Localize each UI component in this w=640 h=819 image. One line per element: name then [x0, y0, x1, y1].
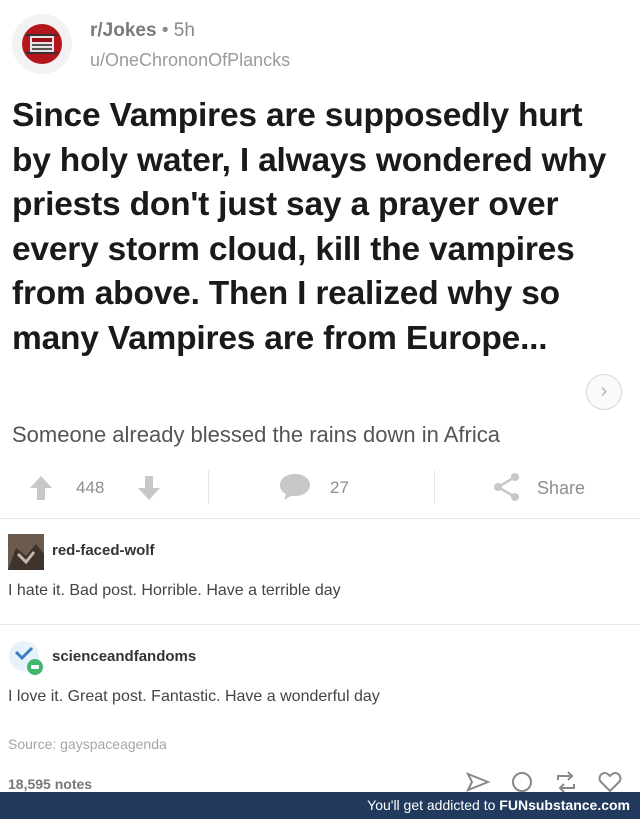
- subreddit-meta: r/Jokes • 5h: [90, 20, 195, 42]
- post-author[interactable]: u/OneChrononOfPlancks: [90, 50, 290, 71]
- upvote-icon[interactable]: [28, 474, 54, 502]
- share-label: Share: [537, 478, 586, 498]
- share-icon: [494, 473, 519, 501]
- wolf-avatar[interactable]: [8, 534, 44, 570]
- divider: [0, 518, 640, 519]
- reply-icon[interactable]: [510, 770, 534, 794]
- reply-author[interactable]: scienceandfandoms: [52, 648, 196, 665]
- source-label[interactable]: Source: gayspaceagenda: [8, 736, 167, 752]
- send-icon[interactable]: [466, 770, 490, 794]
- chevron-right-icon: ›: [600, 380, 608, 402]
- reply-author[interactable]: red-faced-wolf: [52, 542, 155, 559]
- comment-count: 27: [330, 478, 349, 497]
- post-time: • 5h: [161, 20, 195, 41]
- action-divider: [434, 470, 435, 504]
- heart-icon[interactable]: [598, 770, 622, 794]
- subreddit-avatar[interactable]: [12, 14, 72, 74]
- comment-icon: [280, 474, 310, 500]
- watermark-prefix: You'll get addicted to: [367, 797, 500, 813]
- post-header: r/Jokes • 5h u/OneChrononOfPlancks: [12, 14, 612, 76]
- post-title[interactable]: Since Vampires are supposedly hurt by ho…: [12, 94, 624, 361]
- post-body: Someone already blessed the rains down i…: [12, 422, 500, 447]
- reply-text: I love it. Great post. Fantastic. Have a…: [8, 688, 380, 705]
- post-action-bar: 448 27 Share: [0, 462, 640, 514]
- reply-text: I hate it. Bad post. Horrible. Have a te…: [8, 582, 341, 599]
- downvote-icon[interactable]: [136, 474, 162, 502]
- vote-count: 448: [76, 478, 105, 497]
- watermark-brand[interactable]: FUNsubstance.com: [499, 797, 630, 813]
- expand-button[interactable]: ›: [586, 374, 622, 410]
- notes-count[interactable]: 18,595 notes: [8, 776, 92, 792]
- reblog-icon[interactable]: [554, 770, 578, 794]
- subreddit-name[interactable]: r/Jokes: [90, 20, 157, 41]
- divider: [0, 624, 640, 625]
- science-avatar[interactable]: [8, 640, 44, 676]
- watermark-text: You'll get addicted to FUNsubstance.com: [367, 797, 630, 813]
- tumblr-actions: [466, 770, 636, 794]
- subreddit-logo-icon: [12, 14, 72, 74]
- action-divider: [208, 470, 209, 504]
- watermark-bar: You'll get addicted to FUNsubstance.com: [0, 792, 640, 819]
